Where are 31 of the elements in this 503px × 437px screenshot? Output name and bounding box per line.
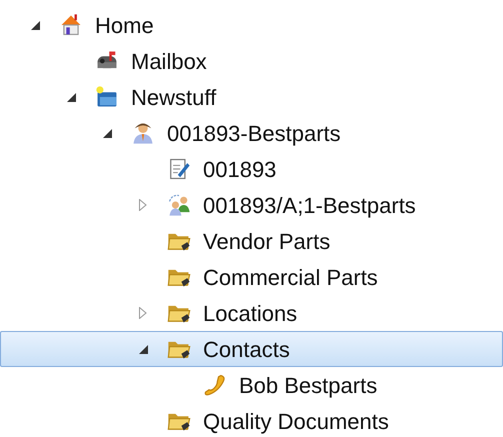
tree-item-label[interactable]: Contacts xyxy=(203,332,290,366)
tree-item-label[interactable]: Commercial Parts xyxy=(203,260,378,294)
selected-tree-row[interactable]: Contacts xyxy=(0,331,503,367)
tree-item-label[interactable]: Quality Documents xyxy=(203,404,389,437)
tree-row[interactable]: Mailbox xyxy=(0,43,503,79)
tree-item-label[interactable]: Newstuff xyxy=(131,80,216,114)
tree-row[interactable]: 001893-Bestparts xyxy=(0,115,503,151)
tree-item-label[interactable]: Bob Bestparts xyxy=(239,368,378,402)
tree-item-label[interactable]: Mailbox xyxy=(131,44,207,78)
expanded-arrow-icon[interactable] xyxy=(138,344,148,354)
tree-row[interactable]: 001893/A;1-Bestparts xyxy=(0,187,503,223)
tree-item-label[interactable]: Locations xyxy=(203,296,298,330)
tree-row[interactable]: Newstuff xyxy=(0,79,503,115)
expanded-arrow-icon[interactable] xyxy=(66,92,76,102)
collapsed-arrow-icon[interactable] xyxy=(139,199,147,211)
tree-row[interactable]: Vendor Parts xyxy=(0,223,503,259)
tree-row[interactable]: Home xyxy=(0,7,503,43)
tree-row[interactable]: 001893 xyxy=(0,151,503,187)
tree-row[interactable]: Locations xyxy=(0,295,503,331)
tree-row[interactable]: Bob Bestparts xyxy=(0,367,503,403)
expanded-arrow-icon[interactable] xyxy=(30,20,40,30)
tree-item-label[interactable]: 001893/A;1-Bestparts xyxy=(203,188,416,222)
tree-item-label[interactable]: 001893-Bestparts xyxy=(167,116,341,150)
tree-item-label[interactable]: Home xyxy=(95,8,154,42)
tree-row[interactable]: Commercial Parts xyxy=(0,259,503,295)
tree-item-label[interactable]: 001893 xyxy=(203,152,276,186)
collapsed-arrow-icon[interactable] xyxy=(139,307,147,319)
people-icon xyxy=(166,192,192,218)
tree-row[interactable]: Quality Documents xyxy=(0,403,503,437)
tree-item-label[interactable]: Vendor Parts xyxy=(203,224,330,258)
expanded-arrow-icon[interactable] xyxy=(102,128,112,138)
